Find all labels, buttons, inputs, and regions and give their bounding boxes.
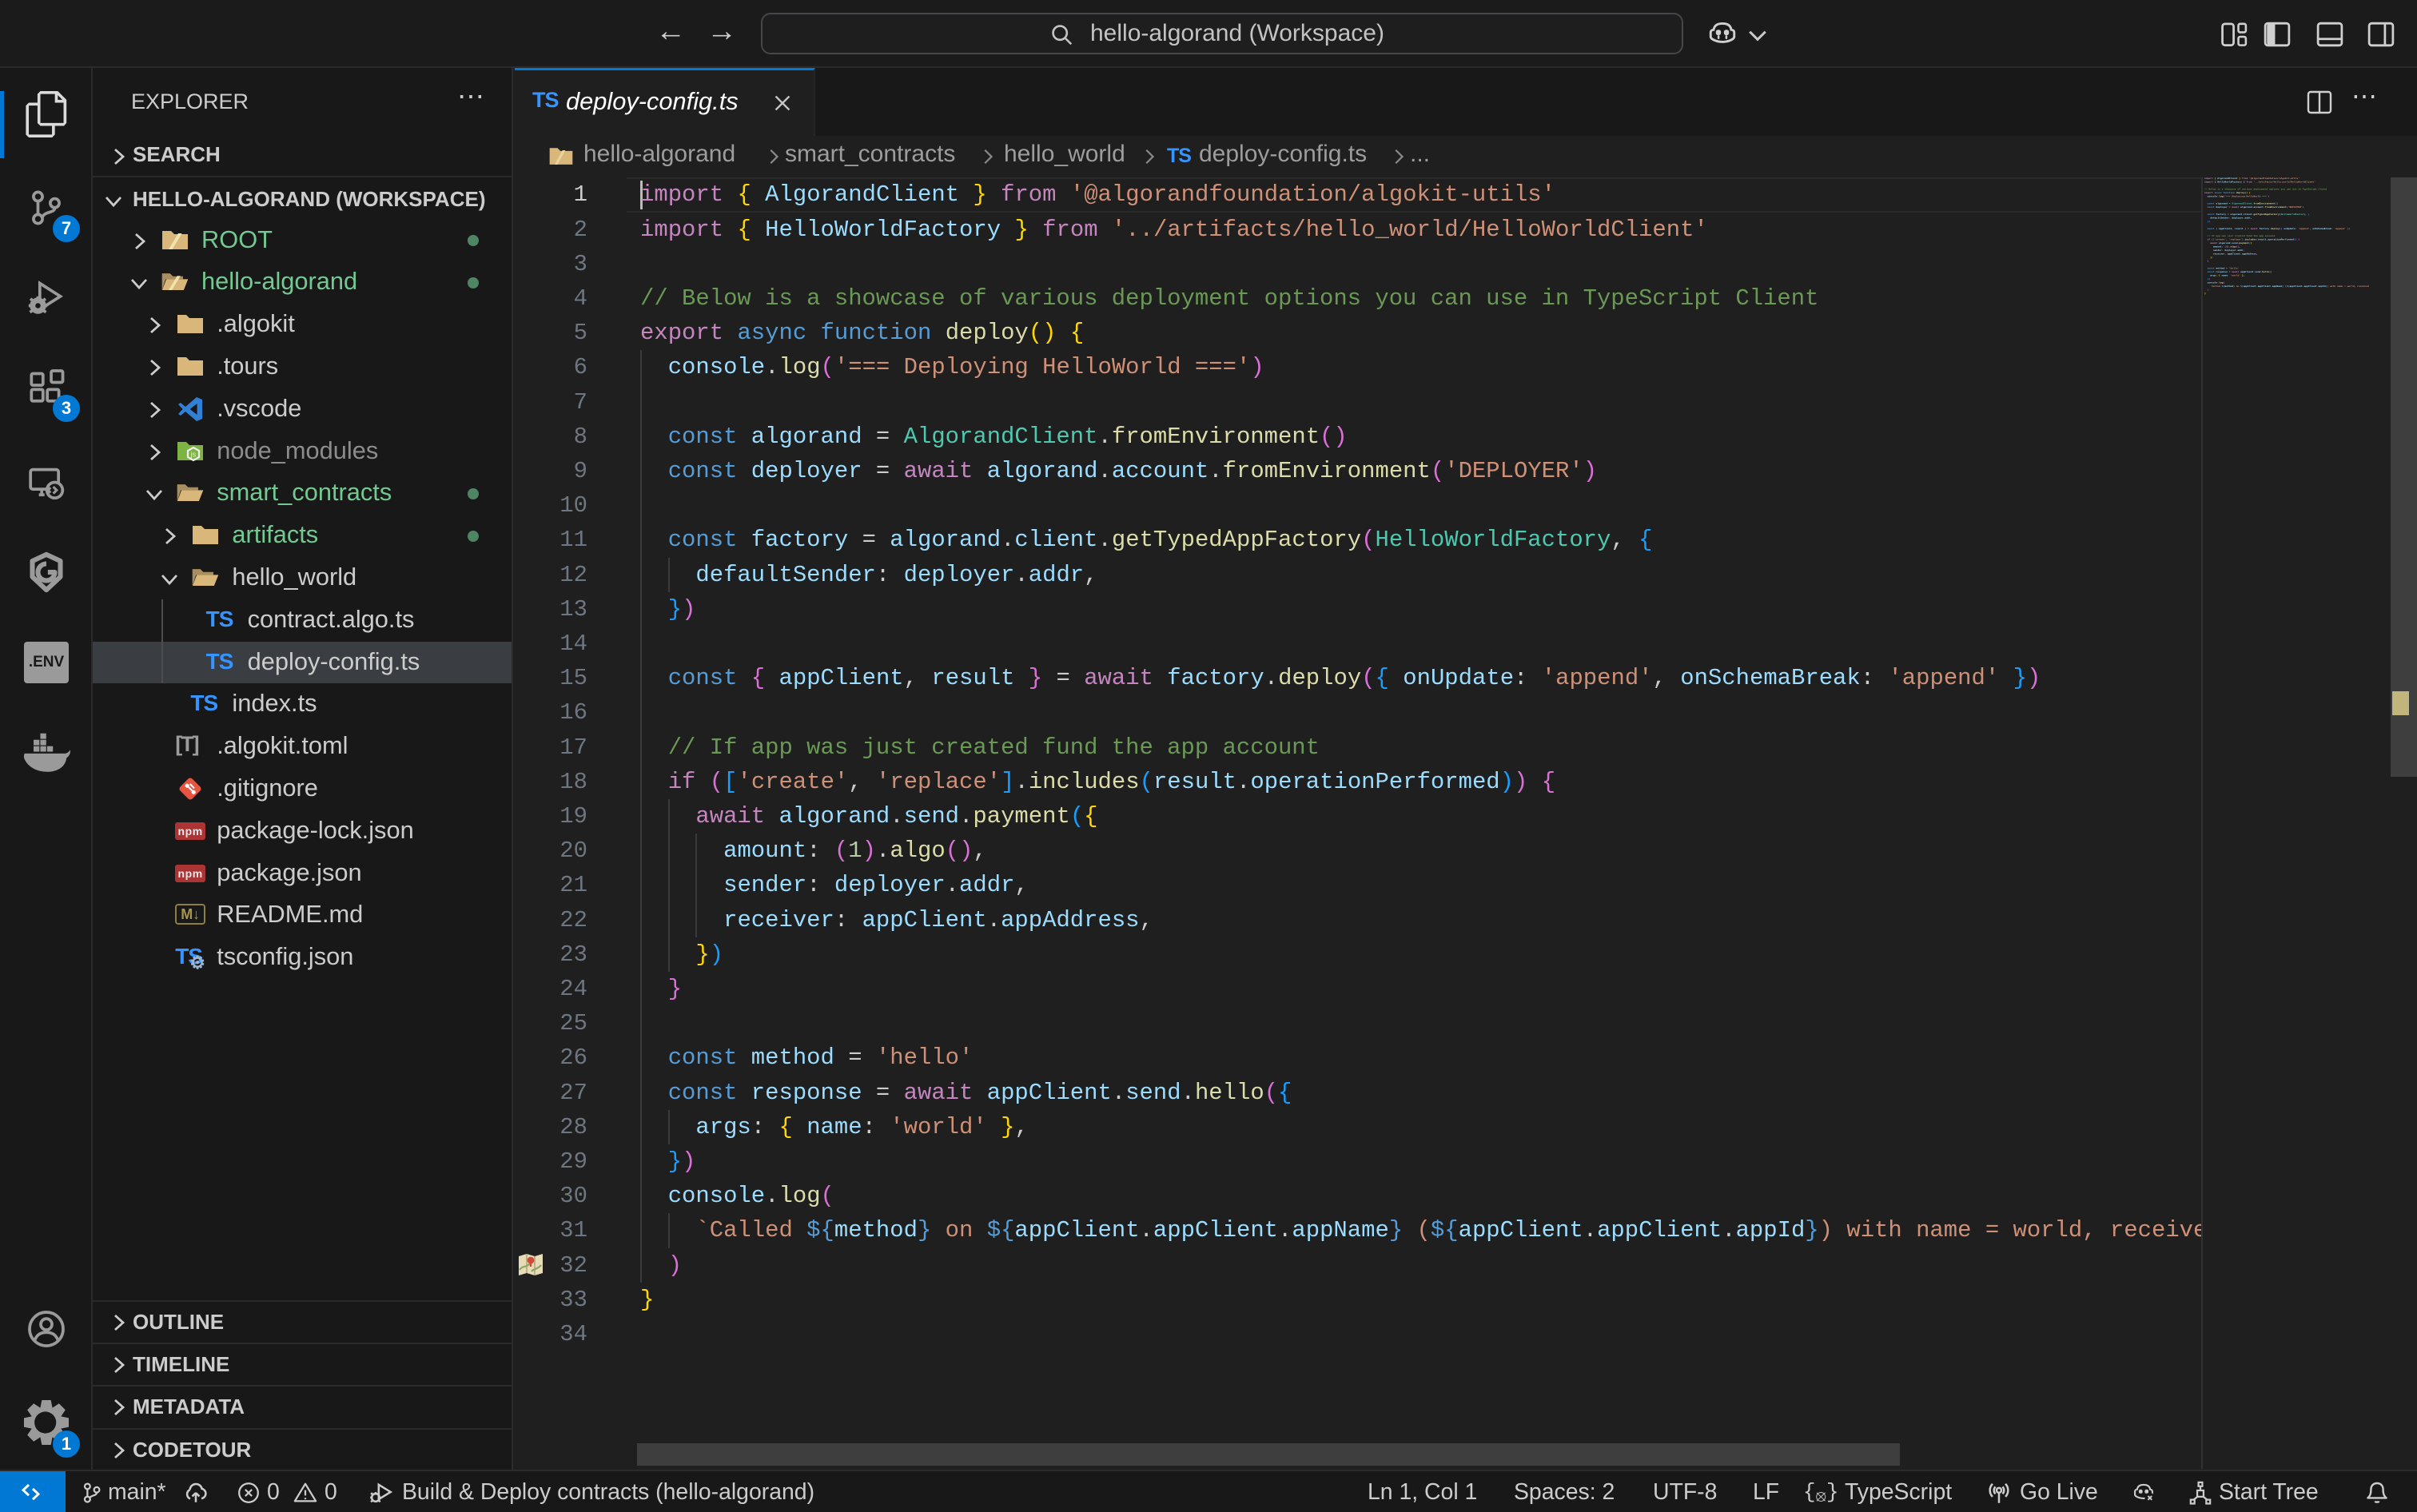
svg-text:js: js — [190, 450, 197, 458]
